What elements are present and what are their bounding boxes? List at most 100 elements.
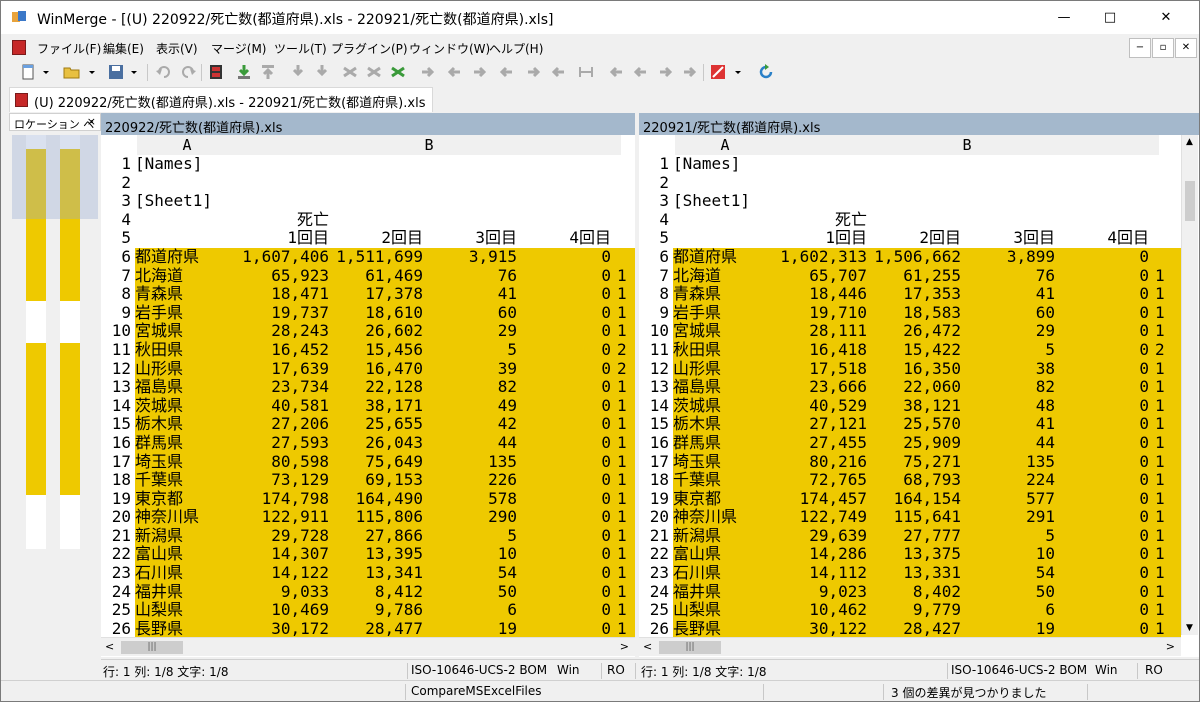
cell-c[interactable]: 28,477 — [329, 619, 423, 639]
cell-b[interactable]: 30,172 — [237, 619, 329, 639]
cell-e[interactable]: 4回目 — [1055, 229, 1149, 248]
cell-b[interactable]: 29,728 — [237, 526, 329, 546]
sheet-row[interactable]: 24 福井県 9,033 8,412 50 0 1 — [101, 582, 635, 602]
cell-d[interactable]: 224 — [961, 470, 1055, 490]
cell-f[interactable]: 1 — [1155, 322, 1173, 341]
merge-icon[interactable] — [577, 63, 595, 81]
cell-c[interactable]: 61,255 — [867, 266, 961, 286]
cell-a[interactable]: 福島県 — [135, 378, 239, 397]
cell-a[interactable]: 石川県 — [135, 563, 239, 583]
all-left-icon[interactable] — [365, 63, 383, 81]
vscroll-thumb[interactable] — [1185, 181, 1195, 221]
sheet-row[interactable]: 23 石川県 14,112 13,331 54 0 1 — [639, 563, 1181, 583]
cell-b[interactable]: 1,602,313 — [775, 247, 867, 267]
cell-a[interactable]: 新潟県 — [673, 526, 777, 546]
cell-f[interactable]: 2 — [1155, 340, 1173, 360]
cell-b[interactable]: 14,122 — [237, 563, 329, 583]
cell-e[interactable]: 0 — [517, 266, 611, 286]
cell-e[interactable]: 0 — [517, 582, 611, 602]
cell-c[interactable]: 15,456 — [329, 340, 423, 360]
cell-e[interactable]: 0 — [1055, 601, 1149, 620]
cell-e[interactable]: 0 — [517, 396, 611, 416]
sheet-row[interactable]: 3 [Sheet1] — [101, 192, 635, 211]
sheet-row[interactable]: 26 長野県 30,122 28,427 19 0 1 — [639, 619, 1181, 639]
cell-a[interactable]: 青森県 — [135, 285, 239, 304]
all-right-icon[interactable] — [525, 63, 543, 81]
cell-a[interactable]: 栃木県 — [135, 415, 239, 434]
sheet-row[interactable]: 15 栃木県 27,121 25,570 41 0 1 — [639, 415, 1181, 434]
cell-c[interactable]: 22,060 — [867, 378, 961, 397]
refresh-icon[interactable] — [757, 63, 775, 81]
cell-c[interactable]: 115,641 — [867, 508, 961, 527]
sheet-row[interactable]: 19 東京都 174,798 164,490 578 0 1 — [101, 489, 635, 509]
scroll-up-arrow-icon[interactable]: ▲ — [1186, 137, 1193, 147]
cell-b[interactable]: 1,607,406 — [237, 247, 329, 267]
cell-d[interactable]: 3回目 — [961, 229, 1055, 248]
sheet-row[interactable]: 20 神奈川県 122,749 115,641 291 0 1 — [639, 508, 1181, 527]
cell-a[interactable]: 茨城県 — [135, 396, 239, 416]
cell-f[interactable]: 1 — [617, 545, 635, 564]
cell-b[interactable]: 1回目 — [775, 229, 867, 248]
cell-f[interactable]: 1 — [617, 285, 635, 304]
cell-a[interactable]: 秋田県 — [673, 340, 777, 360]
right-file-pane[interactable]: 220921/死亡数(都道府県).xls A B 1 [Names] 2 3 [Shee… — [639, 113, 1199, 657]
cell-a[interactable]: 北海道 — [135, 266, 239, 286]
cell-c[interactable]: 8,412 — [329, 582, 423, 602]
cell-c[interactable]: 18,583 — [867, 303, 961, 323]
scroll-left-arrow-icon[interactable]: < — [643, 640, 652, 653]
right-column-header-b[interactable]: B — [775, 135, 1159, 155]
cell-d[interactable]: 135 — [423, 452, 517, 472]
sheet-row[interactable]: 17 埼玉県 80,216 75,271 135 0 1 — [639, 452, 1181, 472]
document-menu-icon[interactable] — [12, 40, 26, 55]
cell-c[interactable]: 8,402 — [867, 582, 961, 602]
cell-d[interactable]: 6 — [961, 601, 1055, 620]
cell-c[interactable]: 16,350 — [867, 359, 961, 379]
sheet-row[interactable]: 22 富山県 14,307 13,395 10 0 1 — [101, 545, 635, 565]
new-icon[interactable] — [19, 63, 37, 81]
cell-d[interactable]: 5 — [423, 526, 517, 546]
cell-d[interactable]: 49 — [423, 396, 517, 416]
first-diff-icon[interactable] — [289, 63, 307, 81]
cell-e[interactable]: 0 — [517, 359, 611, 379]
cell-e[interactable]: 0 — [517, 433, 611, 453]
sheet-row[interactable]: 15 栃木県 27,206 25,655 42 0 1 — [101, 415, 635, 434]
cell-f[interactable]: 1 — [1155, 303, 1173, 323]
cell-b[interactable]: 65,923 — [237, 266, 329, 286]
cell-c[interactable]: 9,786 — [329, 601, 423, 620]
cell-d[interactable]: 291 — [961, 508, 1055, 527]
document-tab[interactable]: (U) 220922/死亡数(都道府県).xls - 220921/死亡数(都道… — [9, 87, 433, 112]
cell-e[interactable]: 0 — [1055, 322, 1149, 341]
menu-help[interactable]: ヘルプ(H) — [489, 40, 543, 57]
menu-view[interactable]: 表示(V) — [156, 40, 198, 57]
cell-b[interactable]: 18,471 — [237, 285, 329, 304]
sheet-row[interactable]: 5 1回目 2回目 3回目 4回目 — [639, 229, 1181, 248]
cell-a[interactable]: [Sheet1] — [135, 192, 239, 211]
sheet-row[interactable]: 16 群馬県 27,593 26,043 44 0 1 — [101, 433, 635, 453]
cell-c[interactable]: 13,331 — [867, 563, 961, 583]
cell-e[interactable]: 0 — [517, 452, 611, 472]
cell-a[interactable]: 群馬県 — [673, 433, 777, 453]
cell-b[interactable]: 30,122 — [775, 619, 867, 639]
save-icon[interactable] — [107, 63, 125, 81]
sheet-row[interactable]: 16 群馬県 27,455 25,909 44 0 1 — [639, 433, 1181, 453]
all-left-icon[interactable] — [549, 63, 567, 81]
cell-f[interactable]: 1 — [617, 378, 635, 397]
cell-c[interactable]: 13,375 — [867, 545, 961, 564]
scroll-left-arrow-icon[interactable]: < — [105, 640, 114, 653]
cell-f[interactable]: 1 — [1155, 545, 1173, 564]
sheet-row[interactable]: 9 岩手県 19,737 18,610 60 0 1 — [101, 303, 635, 323]
mdi-minimize-button[interactable]: − — [1129, 38, 1151, 58]
cell-f[interactable]: 1 — [1155, 359, 1173, 379]
copy-all-icon[interactable] — [389, 63, 407, 81]
sheet-row[interactable]: 6 都道府県 1,607,406 1,511,699 3,915 0 — [101, 247, 635, 267]
cell-d[interactable]: 54 — [961, 563, 1055, 583]
cell-e[interactable]: 0 — [1055, 526, 1149, 546]
cell-f[interactable]: 1 — [617, 322, 635, 341]
cell-e[interactable]: 0 — [517, 545, 611, 564]
cell-f[interactable]: 1 — [617, 415, 635, 434]
sheet-row[interactable]: 14 茨城県 40,529 38,121 48 0 1 — [639, 396, 1181, 416]
cell-b[interactable]: 27,206 — [237, 415, 329, 434]
cell-c[interactable]: 27,866 — [329, 526, 423, 546]
cell-f[interactable]: 1 — [617, 582, 635, 602]
cell-f[interactable]: 1 — [1155, 452, 1173, 472]
